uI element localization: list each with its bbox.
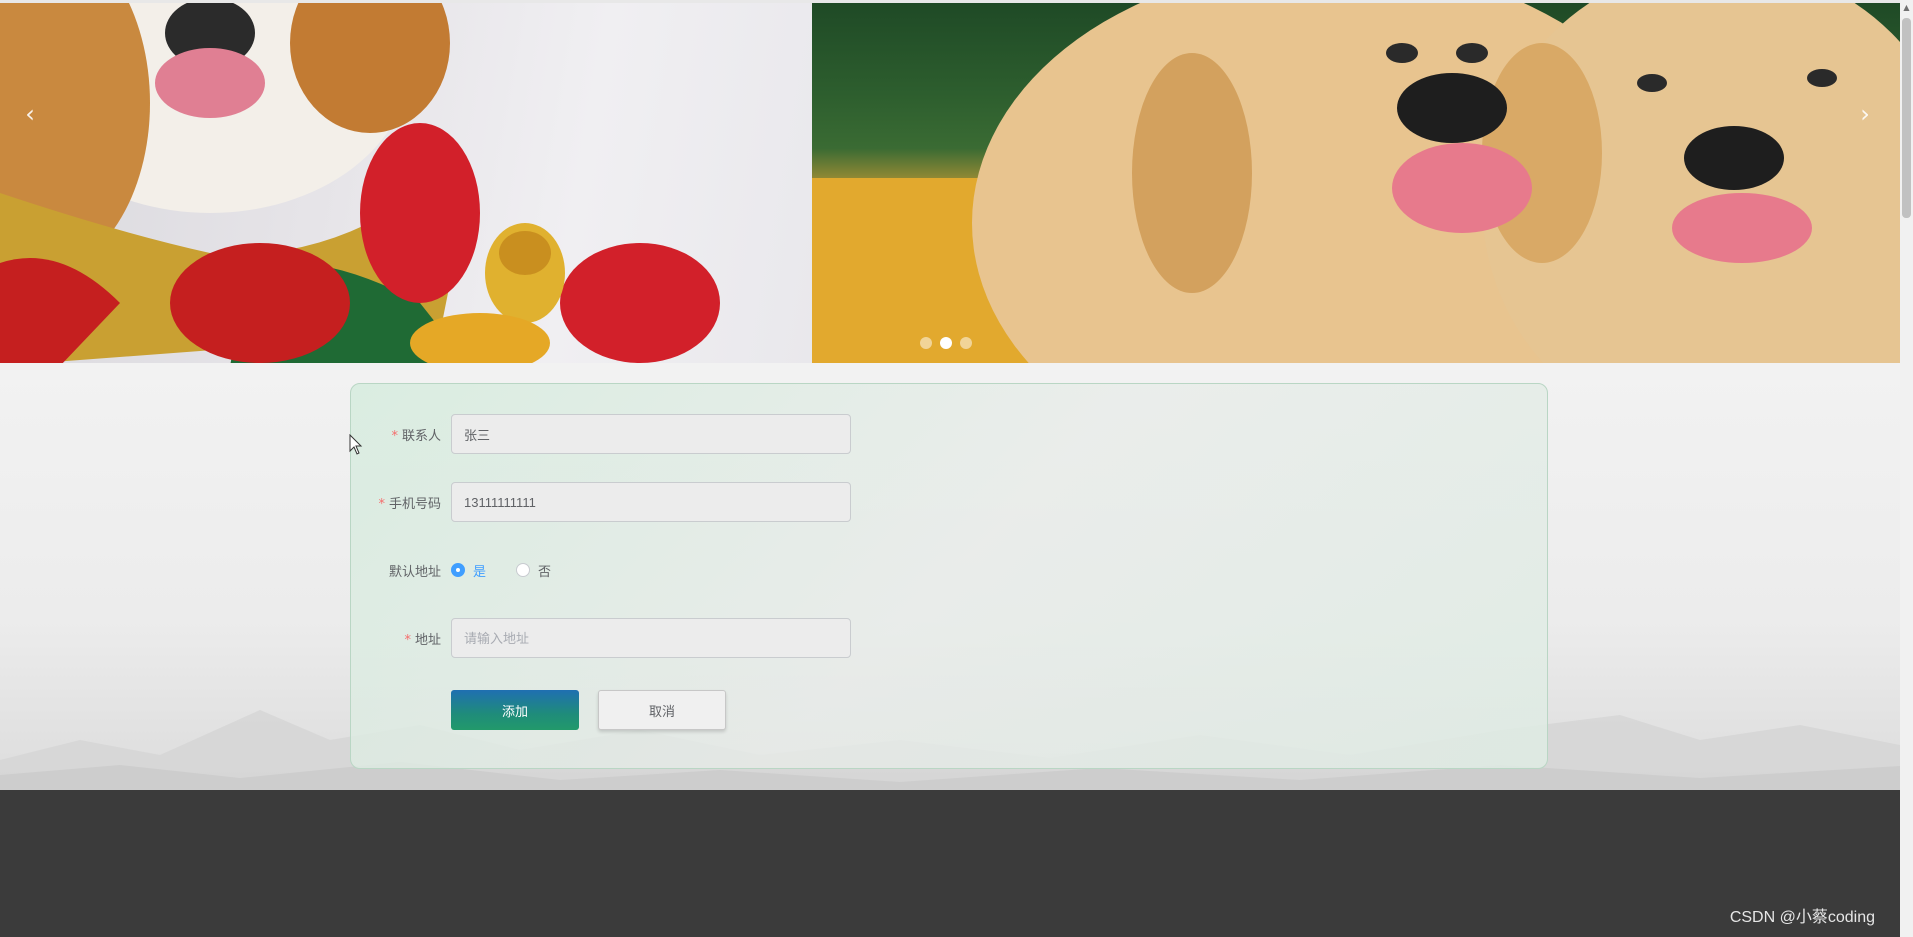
carousel-dot-1[interactable] [920, 337, 932, 349]
chevron-right-icon: › [1860, 100, 1870, 128]
page-scrollbar[interactable]: ▲ [1900, 0, 1913, 937]
golden-retrievers-image [812, 3, 1900, 363]
default-address-row: 默认地址 是 否 [351, 550, 551, 590]
carousel-slide-corgi [0, 3, 812, 363]
default-address-yes-radio[interactable]: 是 [451, 561, 486, 580]
phone-row: * 手机号码 [351, 482, 851, 522]
phone-input[interactable] [451, 482, 851, 522]
default-address-label: 默认地址 [388, 564, 441, 580]
cancel-button[interactable]: 取消 [598, 690, 726, 730]
carousel-prev-button[interactable]: ‹ [15, 99, 45, 129]
watermark-text: CSDN @小蔡coding [1729, 909, 1875, 926]
required-mark: * [391, 428, 398, 444]
mouse-cursor-icon [349, 434, 363, 455]
default-address-no-radio[interactable]: 否 [516, 561, 551, 580]
default-address-radio-group: 是 否 [451, 561, 551, 580]
required-mark: * [404, 632, 411, 648]
required-mark: * [378, 496, 385, 512]
corgi-image [0, 3, 720, 363]
address-label: * 地址 [404, 632, 441, 648]
carousel-dot-2[interactable] [940, 337, 952, 349]
scroll-up-arrow-icon[interactable]: ▲ [1900, 0, 1913, 16]
footer: CSDN @小蔡coding [0, 790, 1900, 937]
contact-row: * 联系人 [351, 414, 851, 454]
page: ‹ › *联系人 *手机号码 [0, 0, 1913, 937]
carousel-dot-3[interactable] [960, 337, 972, 349]
scrollbar-thumb[interactable] [1902, 18, 1911, 218]
carousel-slide-golden-retrievers [812, 3, 1900, 363]
carousel-next-button[interactable]: › [1850, 99, 1880, 129]
radio-checked-icon [451, 563, 465, 577]
contact-input[interactable] [451, 414, 851, 454]
main-content: *联系人 *手机号码 默认地址 是 [0, 363, 1900, 790]
add-button[interactable]: 添加 [451, 690, 579, 730]
image-carousel: ‹ › [0, 0, 1900, 363]
address-form: *联系人 *手机号码 默认地址 是 [350, 383, 1548, 769]
phone-label: * 手机号码 [378, 496, 441, 512]
carousel-indicators [920, 337, 972, 349]
chevron-left-icon: ‹ [25, 100, 35, 128]
address-input[interactable] [451, 618, 851, 658]
contact-label: * 联系人 [391, 428, 441, 444]
radio-unchecked-icon [516, 563, 531, 577]
address-row: * 地址 [351, 618, 851, 658]
